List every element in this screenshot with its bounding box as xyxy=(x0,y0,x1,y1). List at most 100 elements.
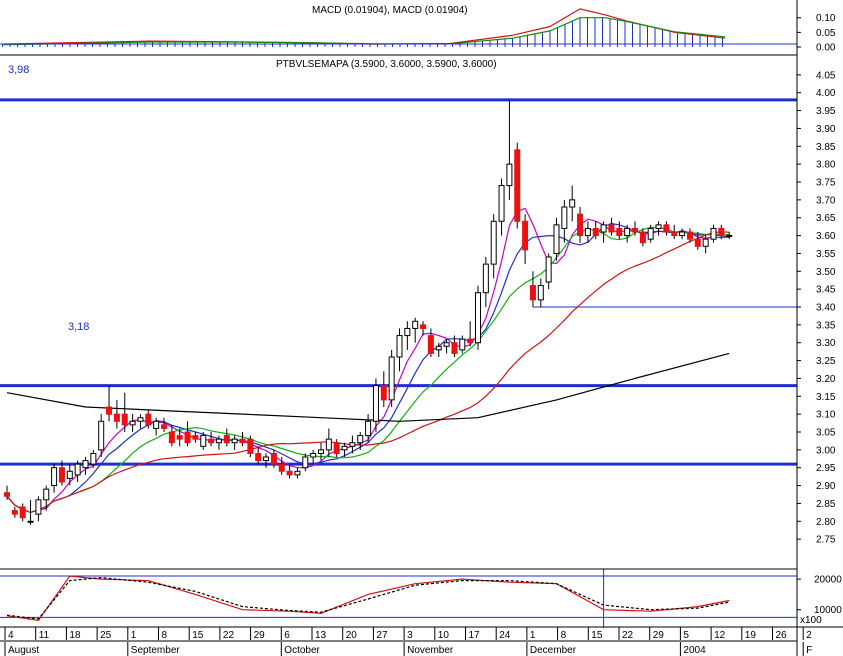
candle-body xyxy=(121,413,128,426)
x-day-tick-label: 12 xyxy=(714,630,726,641)
candle-body xyxy=(98,420,105,451)
candle-body xyxy=(592,227,599,237)
candle-body xyxy=(239,438,246,444)
candle-body xyxy=(372,385,379,422)
candle xyxy=(19,503,26,522)
price-y-tick-label: 4.05 xyxy=(816,70,836,81)
candle xyxy=(318,442,324,461)
x-day-tick-label: 17 xyxy=(469,630,481,641)
price-y-tick-label: 3.25 xyxy=(816,356,836,367)
moving-average-line xyxy=(6,207,730,514)
candle-body xyxy=(341,445,348,451)
candle xyxy=(655,221,662,236)
candle-body xyxy=(161,424,167,429)
candle xyxy=(192,432,199,443)
macd-y-tick-label: 0.00 xyxy=(816,43,836,54)
price-y-tick-label: 3.05 xyxy=(816,428,836,439)
candle xyxy=(74,460,81,482)
price-y-tick-label: 3.10 xyxy=(816,410,836,421)
candle-body xyxy=(278,463,285,472)
candle xyxy=(294,467,301,479)
candle xyxy=(529,271,536,307)
candle-body xyxy=(192,435,199,440)
candle xyxy=(223,428,230,447)
candlesticks xyxy=(4,99,733,525)
x-day-tick-label: 3 xyxy=(407,630,413,641)
candle xyxy=(545,253,552,290)
candle-body xyxy=(168,431,175,444)
x-day-tick-label: 19 xyxy=(745,630,757,641)
candle-body xyxy=(702,238,709,247)
moving-average-line xyxy=(6,352,730,422)
price-y-tick-label: 3.85 xyxy=(816,142,836,153)
candle-body xyxy=(388,356,395,401)
candle xyxy=(584,221,591,243)
candle-body xyxy=(490,220,497,265)
x-day-tick-label: 27 xyxy=(376,630,388,641)
macd-y-tick-label: 0.10 xyxy=(816,13,836,24)
candle xyxy=(51,464,58,493)
candle-body xyxy=(561,206,568,229)
x-month-label: September xyxy=(131,645,181,656)
x-month-label: August xyxy=(8,645,39,656)
candle-body xyxy=(51,467,58,487)
candle-body xyxy=(569,199,576,208)
price-y-tick-label: 2.80 xyxy=(816,517,836,528)
candle-body xyxy=(82,460,89,469)
candle xyxy=(396,328,403,372)
macd-panel: MACD (0.01904), MACD (0.01904) 0.100.050… xyxy=(0,5,836,54)
candle-body xyxy=(710,227,717,240)
candle xyxy=(66,464,73,486)
candle xyxy=(388,349,395,407)
candle-body xyxy=(153,420,160,429)
candle xyxy=(710,224,717,243)
candle xyxy=(482,257,489,307)
x-day-tick-label: 4 xyxy=(8,630,14,641)
x-day-tick-label: 5 xyxy=(683,630,689,641)
price-y-tick-label: 3.90 xyxy=(816,124,836,135)
candle-body xyxy=(498,185,505,222)
candle xyxy=(357,432,364,450)
price-levels xyxy=(0,98,797,466)
candle-body xyxy=(537,285,544,301)
x-month-label: F xyxy=(806,645,812,656)
candle-body xyxy=(35,499,42,515)
candle-body xyxy=(427,335,434,354)
candle xyxy=(247,435,254,457)
candle xyxy=(671,224,678,240)
level-label-mid: 3,18 xyxy=(68,321,89,333)
candle xyxy=(522,214,529,265)
candle-body xyxy=(263,456,270,462)
candle-body xyxy=(66,470,73,479)
candle-body xyxy=(459,338,466,351)
candle-body xyxy=(451,342,458,354)
x-day-tick-label: 22 xyxy=(622,630,634,641)
macd-y-tick-label: 0.05 xyxy=(816,28,836,39)
price-y-tick-label: 3.80 xyxy=(816,160,836,171)
candle xyxy=(161,417,167,432)
candle xyxy=(663,221,670,236)
price-y-axis: 4.05 4.00 3.95 3.90 3.85 3.80 3.75 3.70 3.65 3.60… xyxy=(797,70,836,546)
candle xyxy=(616,221,623,240)
x-day-tick-label: 24 xyxy=(499,630,511,641)
candle-body xyxy=(467,338,474,344)
candle-body xyxy=(616,227,623,237)
candle xyxy=(553,217,560,261)
x-day-tick-label: 22 xyxy=(223,630,235,641)
price-y-tick-label: 3.70 xyxy=(816,195,836,206)
candle-body xyxy=(647,227,654,240)
x-month-label: December xyxy=(530,645,577,656)
x-day-tick-label: 11 xyxy=(39,630,50,641)
candle-body xyxy=(176,435,183,440)
candle-body xyxy=(577,213,584,237)
price-y-tick-label: 2.75 xyxy=(816,535,836,546)
candle-body xyxy=(270,452,277,465)
x-day-tick-label: 1 xyxy=(131,630,137,641)
stochastic-y-tick-label: 20000 xyxy=(814,575,842,586)
moving-average-line xyxy=(6,226,730,514)
candle-body xyxy=(200,435,207,447)
price-y-tick-label: 3.35 xyxy=(816,320,836,331)
candle xyxy=(412,317,419,343)
candle xyxy=(302,453,309,472)
x-day-tick-label: 29 xyxy=(653,630,665,641)
